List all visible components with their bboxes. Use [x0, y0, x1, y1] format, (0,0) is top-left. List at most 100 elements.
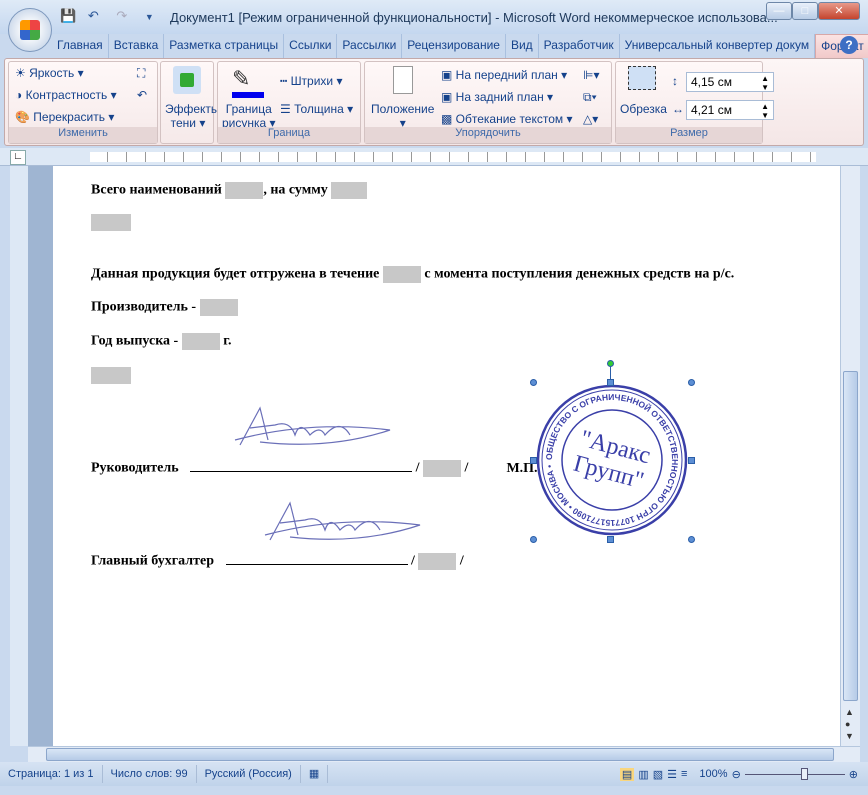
rotate-icon[interactable]: △▾ [583, 112, 598, 126]
ruler-text-area [90, 152, 816, 162]
tab-developer[interactable]: Разработчик [539, 34, 620, 58]
window-title: Документ1 [Режим ограниченной функционал… [170, 10, 778, 25]
contrast-button[interactable]: ◑ Контрастность ▾ [15, 88, 117, 102]
tab-references[interactable]: Ссылки [284, 34, 338, 58]
help-icon[interactable]: ? [840, 36, 858, 54]
tab-insert[interactable]: Вставка [109, 34, 165, 58]
dashes-button[interactable]: ┅ Штрихи ▾ [280, 74, 343, 88]
align-icon[interactable]: ⊫▾ [583, 68, 599, 82]
brightness-button[interactable]: ☀ Яркость ▾ [15, 66, 84, 80]
outline-view-icon[interactable]: ☰ [667, 768, 677, 781]
title-bar: 💾 ↶ ↷ ▼ Документ1 [Режим ограниченной фу… [0, 0, 868, 34]
tab-home[interactable]: Главная [52, 34, 109, 58]
full-screen-reading-icon[interactable]: ▥ [638, 768, 648, 781]
weight-button[interactable]: ☰ Толщина ▾ [280, 102, 353, 116]
crop-icon [628, 66, 656, 90]
quick-access-toolbar: 💾 ↶ ↷ ▼ [60, 8, 154, 24]
customize-qat-icon[interactable]: ▼ [145, 12, 154, 22]
tab-review[interactable]: Рецензирование [402, 34, 506, 58]
group-label: Изменить [9, 127, 157, 143]
tab-selector[interactable]: ∟ [10, 150, 26, 165]
rotation-handle[interactable] [607, 360, 614, 367]
word-count[interactable]: Число слов: 99 [103, 765, 197, 783]
horizontal-scroll-thumb[interactable] [46, 748, 834, 761]
send-to-back-button[interactable]: ▣ На задний план ▾ [441, 90, 553, 104]
zoom-out-button[interactable]: ⊖ [732, 768, 741, 781]
group-label: Размер [616, 127, 762, 143]
doc-line-shipping: Данная продукция будет отгружена в течен… [91, 266, 735, 283]
position-icon [393, 66, 413, 94]
signature-accountant [264, 501, 421, 541]
compress-pictures-icon[interactable]: ⛶ [137, 66, 145, 81]
position-button[interactable]: Положение ▾ [371, 102, 434, 130]
tab-mailings[interactable]: Рассылки [337, 34, 403, 58]
language[interactable]: Русский (Россия) [197, 765, 301, 783]
minimize-button[interactable]: — [766, 2, 792, 20]
resize-handle[interactable] [607, 379, 614, 386]
company-stamp[interactable]: ОБЩЕСТВО С ОГРАНИЧЕННОЙ ОТВЕТСТВЕННОСТЬЮ… [534, 382, 690, 538]
resize-handle[interactable] [530, 457, 537, 464]
zoom-slider-thumb[interactable] [800, 767, 808, 780]
page-count[interactable]: Страница: 1 из 1 [0, 765, 103, 783]
resize-handle[interactable] [688, 457, 695, 464]
web-layout-icon[interactable]: ▧ [653, 768, 663, 781]
width-field[interactable]: 4,21 см ▲ ▼ [686, 100, 774, 120]
resize-handle[interactable] [530, 379, 537, 386]
height-field[interactable]: 4,15 см ▲ ▼ [686, 72, 774, 92]
shadow-effects-icon[interactable] [173, 66, 201, 94]
resize-handle[interactable] [688, 536, 695, 543]
height-icon: ↕ [672, 74, 678, 88]
picture-border-button[interactable]: Граница рисунка ▾ [222, 102, 276, 130]
macro-record-icon[interactable]: ▦ [301, 765, 329, 783]
resize-handle[interactable] [688, 379, 695, 386]
resize-handle[interactable] [607, 536, 614, 543]
resize-handle[interactable] [530, 536, 537, 543]
document-page[interactable] [53, 166, 840, 746]
bring-to-front-button[interactable]: ▣ На передний план ▾ [441, 68, 567, 82]
doc-line-manufacturer: Производитель - [91, 299, 238, 316]
redo-icon[interactable]: ↷ [116, 8, 127, 23]
tab-converter[interactable]: Универсальный конвертер докум [620, 34, 816, 58]
reset-picture-icon[interactable]: ↶ [137, 88, 147, 102]
print-layout-view-icon[interactable]: ▤ [619, 767, 635, 781]
doc-line-director: Руководитель / / М.П. [91, 460, 538, 477]
undo-icon[interactable]: ↶ [88, 8, 99, 23]
text-wrapping-button[interactable]: ▩ Обтекание текстом ▾ [441, 112, 573, 126]
ribbon-tabs: Главная Вставка Разметка страницы Ссылки… [52, 34, 868, 58]
group-label: Граница [218, 127, 360, 143]
browse-object-icons[interactable]: ▲ ● ▼ [845, 706, 854, 742]
vertical-scroll-thumb[interactable] [843, 371, 858, 701]
zoom-slider[interactable] [744, 767, 845, 780]
doc-line-items: Всего наименований , на сумму [91, 182, 368, 199]
status-bar: Страница: 1 из 1 Число слов: 99 Русский … [0, 762, 868, 786]
draft-view-icon[interactable]: ≡ [681, 768, 687, 780]
redacted-field [91, 214, 131, 231]
pencil-icon: ✎ [232, 66, 251, 91]
group-adjust: ☀ Яркость ▾ ◑ Контрастность ▾ 🎨 Перекрас… [8, 61, 158, 144]
group-size: Обрезка ↕ 4,15 см ▲ ▼ ↔ 4,21 см ▲ ▼ Размер [615, 61, 774, 144]
crop-button[interactable]: Обрезка [620, 102, 667, 116]
group-shadow: Эффекты тени ▾ [160, 61, 220, 144]
zoom-level[interactable]: 100% [699, 768, 727, 780]
doc-line-accountant: Главный бухгалтер / / [91, 553, 464, 570]
save-icon[interactable]: 💾 [60, 8, 76, 23]
office-logo-icon [20, 20, 40, 40]
maximize-button[interactable]: □ [792, 2, 818, 20]
zoom-in-button[interactable]: ⊕ [849, 768, 858, 781]
border-color-swatch [232, 92, 264, 98]
horizontal-scrollbar[interactable] [28, 746, 860, 762]
tab-page-layout[interactable]: Разметка страницы [164, 34, 285, 58]
office-button[interactable] [8, 8, 52, 52]
tab-view[interactable]: Вид [506, 34, 539, 58]
vertical-ruler[interactable] [10, 166, 28, 746]
group-label: Упорядочить [365, 127, 611, 143]
shadow-effects-button[interactable]: Эффекты тени ▾ [165, 102, 220, 130]
close-button[interactable]: ✕ [818, 2, 860, 20]
ribbon: ☀ Яркость ▾ ◑ Контрастность ▾ 🎨 Перекрас… [4, 58, 864, 146]
recolor-button[interactable]: 🎨 Перекрасить ▾ [15, 110, 114, 124]
redacted-field [91, 367, 131, 384]
group-objects-icon[interactable]: ⧉▾ [583, 90, 597, 105]
signature-director [234, 406, 391, 446]
vertical-scrollbar[interactable]: ▲ ● ▼ [840, 166, 860, 746]
doc-line-year: Год выпуска - г. [91, 333, 232, 350]
